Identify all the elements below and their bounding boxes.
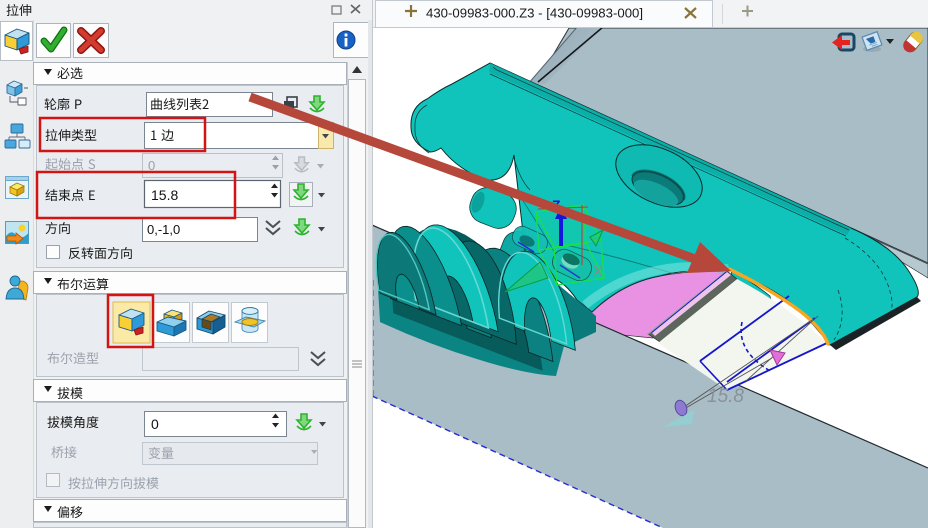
svg-text:0,-1,0: 0,-1,0 [147, 222, 180, 237]
svg-text:430-09983-000.Z3 - [430-09983-: 430-09983-000.Z3 - [430-09983-000] [426, 6, 643, 21]
svg-text:X: X [593, 263, 603, 280]
svg-text:15.8: 15.8 [707, 386, 744, 407]
svg-text:0: 0 [151, 416, 159, 432]
svg-text:15.8: 15.8 [151, 187, 178, 203]
